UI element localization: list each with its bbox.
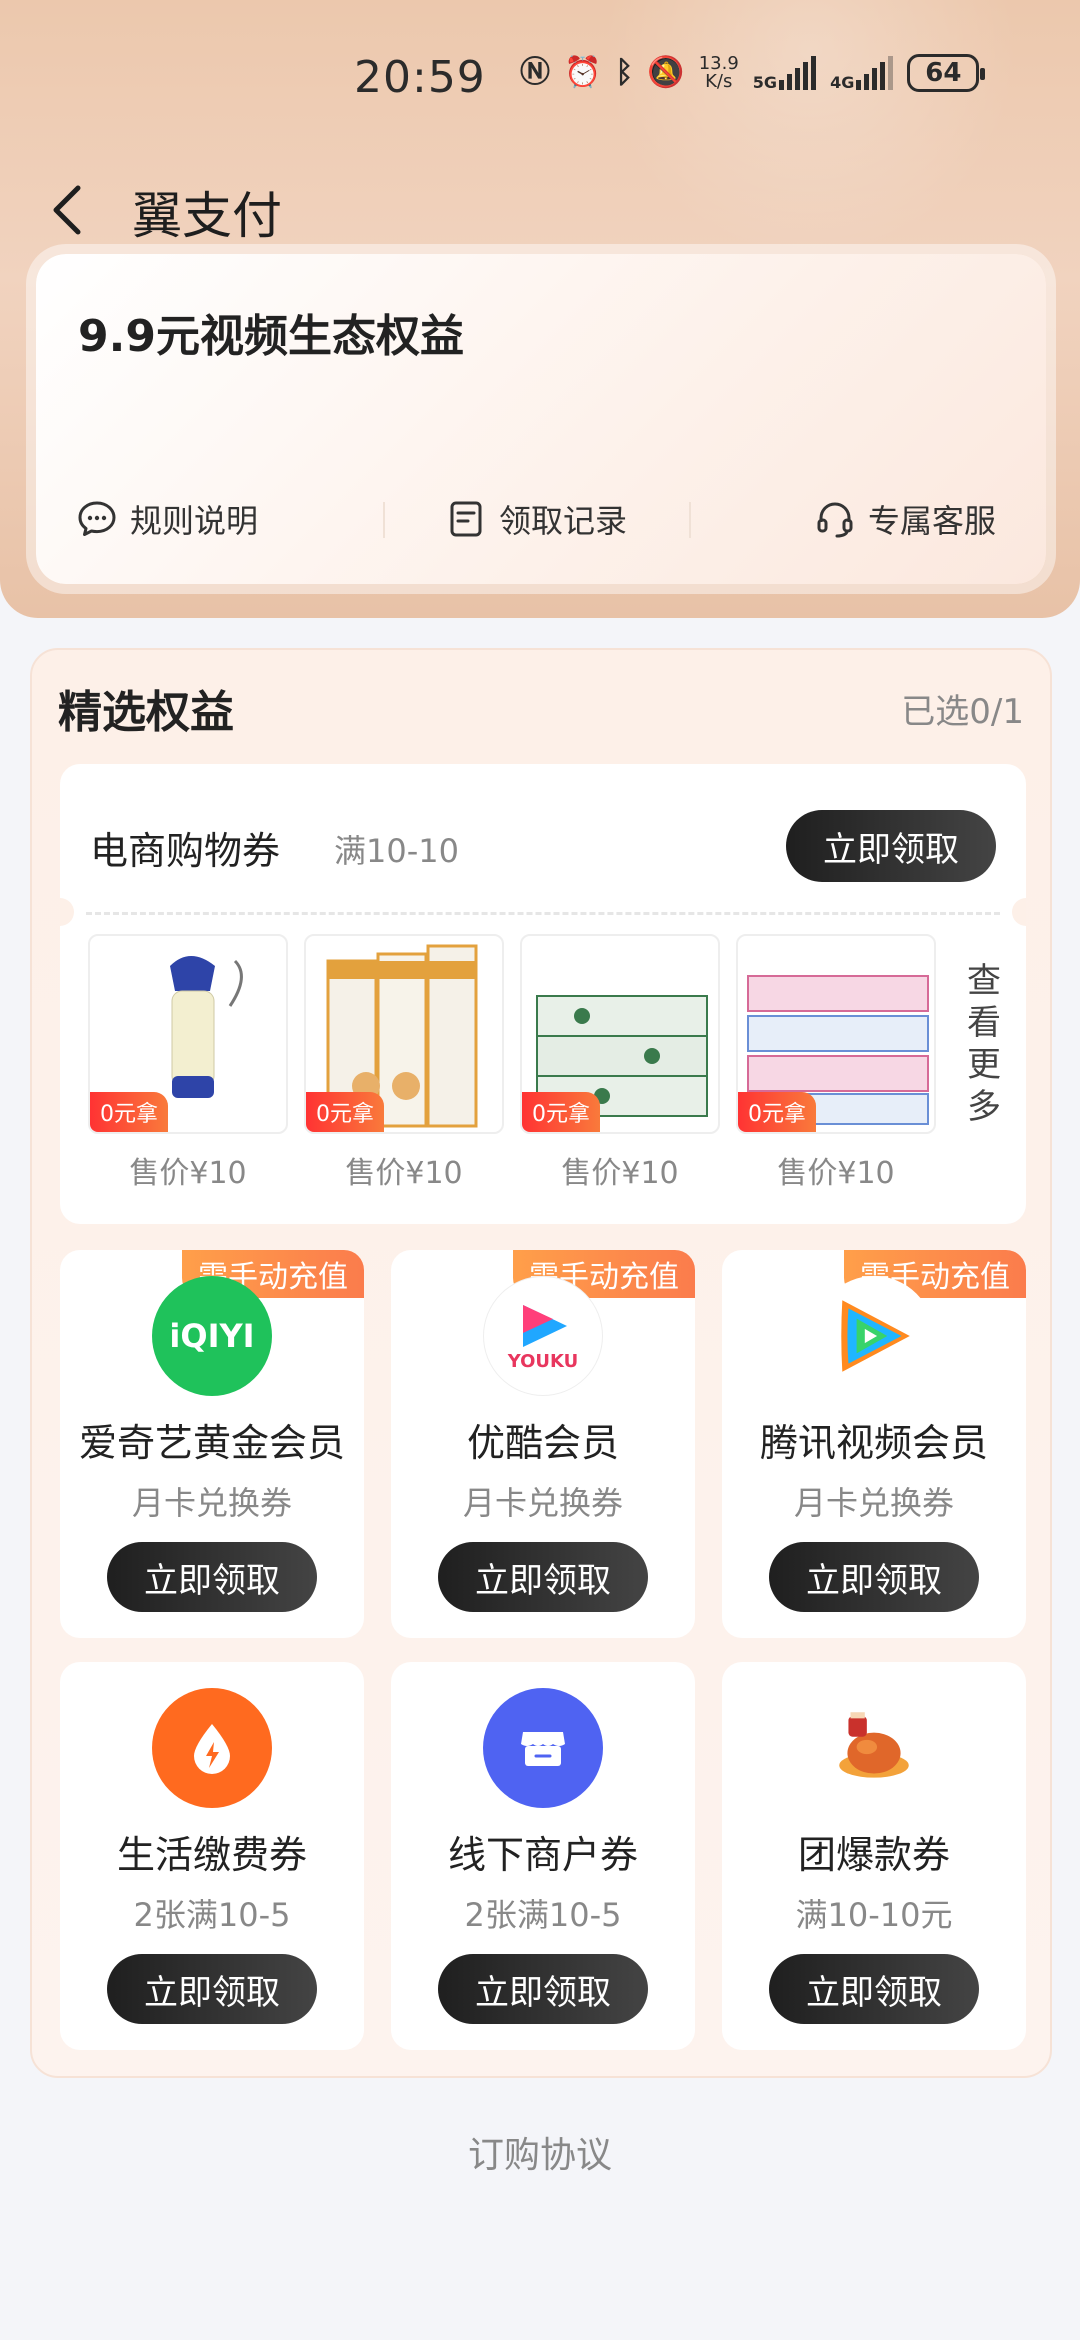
benefit-desc: 月卡兑换券	[793, 1484, 954, 1522]
net-label-2: 4G	[830, 73, 855, 92]
product-item[interactable]: 0元拿 售价¥10	[520, 934, 720, 1192]
product-item[interactable]: 0元拿 售价¥10	[304, 934, 504, 1192]
product-price: 售价¥10	[777, 1156, 895, 1191]
benefit-desc: 满10-10元	[795, 1896, 953, 1934]
benefit-banner-card: 9.9元视频生态权益 规则说明 领取记录 专属客服	[36, 254, 1046, 584]
service-link[interactable]: 专属客服	[689, 484, 1046, 554]
app-title: 翼支付	[132, 187, 282, 245]
dashed-divider	[86, 912, 1000, 915]
claim-button[interactable]: 立即领取	[786, 810, 996, 882]
selected-count: 已选0/1	[901, 692, 1024, 732]
message-icon	[78, 501, 116, 536]
free-tag: 0元拿	[522, 1092, 600, 1132]
roast-chicken-image	[839, 1712, 909, 1778]
iqiyi-logo-text: iQIYI	[169, 1317, 255, 1355]
shopping-coupon-card: 电商购物券 满10-10 立即领取 0元拿 售价¥10 0元拿 售价¥10 0元…	[60, 764, 1026, 1224]
benefit-card-iqiyi: 需手动充值 iQIYI 爱奇艺黄金会员 月卡兑换券 立即领取	[60, 1250, 364, 1638]
claim-button[interactable]: 立即领取	[107, 1954, 317, 2024]
mute-icon: 🔕	[647, 55, 685, 90]
battery-icon: 64	[907, 54, 986, 92]
free-tag: 0元拿	[306, 1092, 384, 1132]
rules-label: 规则说明	[130, 502, 259, 540]
youku-logo-icon: YOUKU	[483, 1276, 603, 1396]
tencent-video-play-icon	[841, 1300, 910, 1372]
product-price: 售价¥10	[129, 1156, 247, 1191]
status-time: 20:59	[354, 52, 486, 103]
alarm-icon: ⏰	[564, 55, 602, 90]
roast-chicken-icon	[814, 1688, 934, 1808]
benefit-grid: 需手动充值 iQIYI 爱奇艺黄金会员 月卡兑换券 立即领取 需手动充值 YOU…	[60, 1250, 1026, 2050]
lightning-icon	[152, 1688, 272, 1808]
benefit-card-utility: 生活缴费券 2张满10-5 立即领取	[60, 1662, 364, 2050]
headset-icon	[817, 502, 853, 538]
claim-button[interactable]: 立即领取	[438, 1542, 648, 1612]
benefits-section: 精选权益 已选0/1 电商购物券 满10-10 立即领取 0元拿 售价¥10 0…	[30, 648, 1052, 2078]
coupon-condition: 满10-10	[334, 832, 459, 870]
product-item[interactable]: 0元拿 售价¥10	[88, 934, 288, 1192]
app-header: 翼支付	[0, 168, 1080, 248]
benefit-desc: 月卡兑换券	[131, 1484, 292, 1522]
benefit-name: 团爆款券	[797, 1833, 950, 1877]
benefit-card-group-deal: 团爆款券 满10-10元 立即领取	[722, 1662, 1026, 2050]
claim-button[interactable]: 立即领取	[107, 1542, 317, 1612]
status-bar: 20:59 Ⓝ ⏰ ᛒ 🔕 13.9 K/s 5G 4G 64	[0, 40, 1080, 120]
benefit-name: 优酷会员	[466, 1421, 619, 1465]
net-speed: 13.9 K/s	[699, 55, 739, 91]
chevron-left-icon	[53, 185, 81, 235]
benefit-name: 生活缴费券	[116, 1833, 307, 1877]
benefit-desc: 2张满10-5	[133, 1896, 291, 1934]
tencent-video-logo-icon	[814, 1276, 934, 1396]
record-icon	[450, 501, 482, 537]
signal-1: 5G	[752, 56, 817, 92]
benefit-card-tencent-video: 需手动充值 腾讯视频会员 月卡兑换券 立即领取	[722, 1250, 1026, 1638]
net-label-1: 5G	[752, 73, 778, 92]
free-tag: 0元拿	[738, 1092, 816, 1132]
records-label: 领取记录	[499, 502, 628, 540]
records-link[interactable]: 领取记录	[382, 484, 690, 554]
signal-2: 4G	[830, 56, 894, 92]
benefit-title: 9.9元视频生态权益	[78, 311, 464, 362]
net-speed-unit: K/s	[705, 71, 733, 92]
product-image: 0元拿	[736, 934, 936, 1134]
product-price: 售价¥10	[345, 1156, 463, 1191]
section-title: 精选权益	[58, 687, 234, 738]
claim-button[interactable]: 立即领取	[769, 1954, 979, 2024]
banner-links: 规则说明 领取记录 专属客服	[36, 484, 1046, 554]
benefit-name: 爱奇艺黄金会员	[78, 1421, 345, 1465]
benefit-card-merchant: 线下商户券 2张满10-5 立即领取	[391, 1662, 695, 2050]
product-image: 0元拿	[304, 934, 504, 1134]
service-label: 专属客服	[868, 502, 997, 540]
benefit-desc: 2张满10-5	[464, 1896, 622, 1934]
nfc-icon: Ⓝ	[520, 55, 550, 90]
free-tag: 0元拿	[90, 1092, 168, 1132]
claim-button[interactable]: 立即领取	[438, 1954, 648, 2024]
ticket-notch	[60, 898, 74, 926]
rules-link[interactable]: 规则说明	[36, 484, 383, 554]
signal-bars-icon	[856, 56, 894, 90]
product-item[interactable]: 0元拿 售价¥10	[736, 934, 936, 1192]
lightning-drop-icon	[194, 1724, 230, 1774]
benefit-name: 线下商户券	[447, 1833, 638, 1877]
ticket-notch	[1012, 898, 1026, 926]
iqiyi-logo-icon: iQIYI	[152, 1276, 272, 1396]
product-list: 0元拿 售价¥10 0元拿 售价¥10 0元拿 售价¥10 0元拿 售价¥10	[88, 934, 936, 1192]
youku-logo-text: YOUKU	[507, 1350, 579, 1372]
benefit-name: 腾讯视频会员	[759, 1421, 988, 1465]
back-button[interactable]	[46, 182, 90, 238]
store-icon	[483, 1688, 603, 1808]
product-image: 0元拿	[520, 934, 720, 1134]
benefit-card-youku: 需手动充值 YOUKU 优酷会员 月卡兑换券 立即领取	[391, 1250, 695, 1638]
claim-button[interactable]: 立即领取	[769, 1542, 979, 1612]
subscription-agreement-link[interactable]: 订购协议	[0, 2126, 1080, 2178]
product-image: 0元拿	[88, 934, 288, 1134]
view-more-link[interactable]: 查看更多	[964, 960, 1004, 1128]
status-icons: Ⓝ ⏰ ᛒ 🔕 13.9 K/s 5G 4G 64	[520, 54, 986, 92]
bluetooth-icon: ᛒ	[615, 55, 634, 90]
benefit-desc: 月卡兑换券	[462, 1484, 623, 1522]
signal-bars-icon	[779, 56, 817, 90]
coupon-name: 电商购物券	[90, 829, 281, 873]
store-front-icon	[521, 1732, 565, 1766]
product-price: 售价¥10	[561, 1156, 679, 1191]
youku-play-icon	[523, 1304, 567, 1347]
